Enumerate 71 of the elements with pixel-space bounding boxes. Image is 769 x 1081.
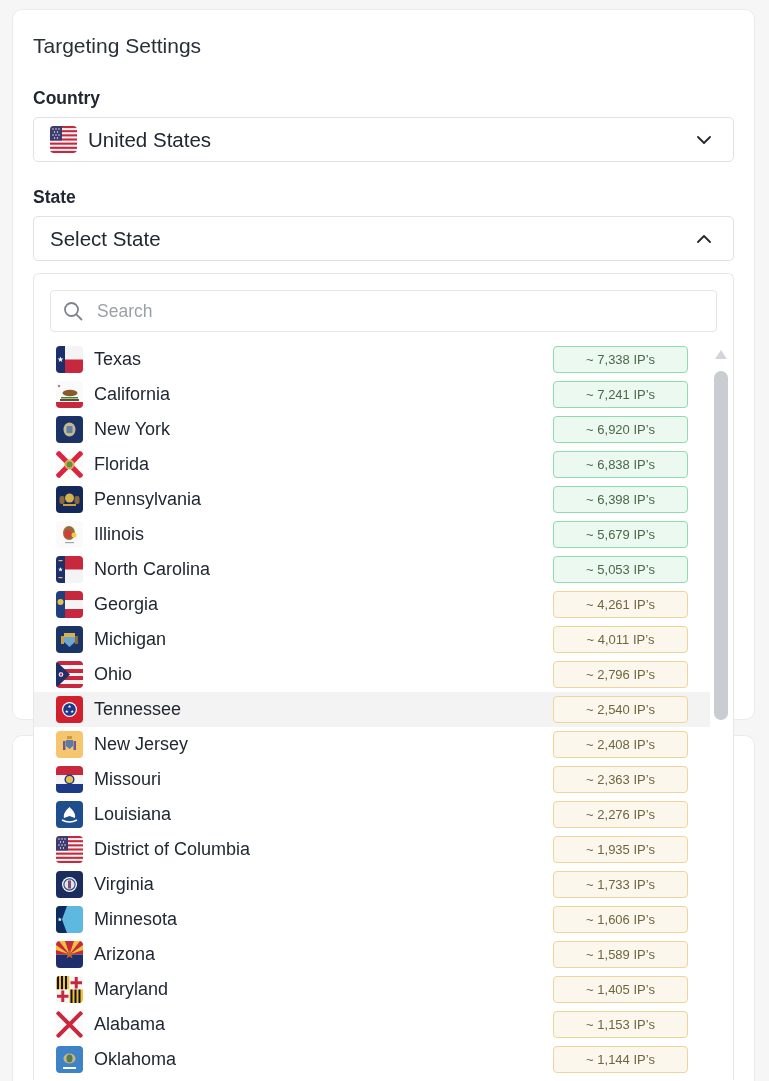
- flag-icon: [56, 696, 83, 723]
- ip-count-badge: ~ 4,261 IP’s: [553, 591, 688, 618]
- state-option[interactable]: New Jersey ~ 2,408 IP’s: [34, 727, 710, 762]
- ip-count-badge: ~ 1,153 IP’s: [553, 1011, 688, 1038]
- ip-count-badge: ~ 7,338 IP’s: [553, 346, 688, 373]
- flag-icon: [56, 1046, 83, 1073]
- flag-icon: [56, 591, 83, 618]
- state-option[interactable]: North Carolina ~ 5,053 IP’s: [34, 552, 710, 587]
- state-option[interactable]: Alabama ~ 1,153 IP’s: [34, 1007, 710, 1042]
- flag-icon: [56, 556, 83, 583]
- state-option[interactable]: Tennessee ~ 2,540 IP’s: [34, 692, 710, 727]
- field-label: Country: [33, 88, 101, 108]
- flag-icon: [56, 486, 83, 513]
- ip-count-badge: ~ 1,606 IP’s: [553, 906, 688, 933]
- scrollbar-thumb[interactable]: [713, 371, 728, 720]
- flag-icon: [50, 126, 77, 153]
- state-option[interactable]: Florida ~ 6,838 IP’s: [34, 447, 710, 482]
- state-option[interactable]: New York ~ 6,920 IP’s: [34, 412, 710, 447]
- state-option[interactable]: Virginia ~ 1,733 IP’s: [34, 867, 710, 902]
- state-option[interactable]: Minnesota ~ 1,606 IP’s: [34, 902, 710, 937]
- flag-icon: [56, 906, 83, 933]
- section-title: Targeting Settings: [33, 34, 203, 58]
- ip-count-badge: ~ 1,935 IP’s: [553, 836, 688, 863]
- state-option[interactable]: Michigan ~ 4,011 IP’s: [34, 622, 710, 657]
- country-select[interactable]: United States: [33, 117, 734, 162]
- ip-count-badge: ~ 2,408 IP’s: [553, 731, 688, 758]
- state-option[interactable]: Pennsylvania ~ 6,398 IP’s: [34, 482, 710, 517]
- flag-icon: [56, 731, 83, 758]
- ip-count-badge: ~ 6,920 IP’s: [553, 416, 688, 443]
- state-option[interactable]: Arizona ~ 1,589 IP’s: [34, 937, 710, 972]
- state-option[interactable]: Ohio ~ 2,796 IP’s: [34, 657, 710, 692]
- state-option[interactable]: Maryland ~ 1,405 IP’s: [34, 972, 710, 1007]
- ip-count-badge: ~ 7,241 IP’s: [553, 381, 688, 408]
- ip-count-badge: ~ 2,276 IP’s: [553, 801, 688, 828]
- state-option[interactable]: Georgia ~ 4,261 IP’s: [34, 587, 710, 622]
- ip-count-badge: ~ 1,733 IP’s: [553, 871, 688, 898]
- state-option[interactable]: Missouri ~ 2,363 IP’s: [34, 762, 710, 797]
- ip-count-badge: ~ 1,405 IP’s: [553, 976, 688, 1003]
- ip-count-badge: ~ 1,144 IP’s: [553, 1046, 688, 1073]
- state-select[interactable]: Select State: [33, 216, 734, 261]
- flag-icon: [56, 451, 83, 478]
- ip-count-badge: ~ 1,589 IP’s: [553, 941, 688, 968]
- flag-icon: [56, 416, 83, 443]
- ip-count-badge: ~ 2,363 IP’s: [553, 766, 688, 793]
- flag-icon: [56, 1011, 83, 1038]
- ip-count-badge: ~ 6,398 IP’s: [553, 486, 688, 513]
- state-option[interactable]: District of Columbia ~ 1,935 IP’s: [34, 832, 710, 867]
- state-option[interactable]: Illinois ~ 5,679 IP’s: [34, 517, 710, 552]
- ip-count-badge: ~ 2,796 IP’s: [553, 661, 688, 688]
- field-label: State: [33, 187, 76, 207]
- search-icon: [63, 301, 83, 321]
- search-field[interactable]: Search: [50, 290, 717, 332]
- state-option[interactable]: Louisiana ~ 2,276 IP’s: [34, 797, 710, 832]
- ip-count-badge: ~ 6,838 IP’s: [553, 451, 688, 478]
- flag-icon: [56, 766, 83, 793]
- ip-count-badge: ~ 2,540 IP’s: [553, 696, 688, 723]
- flag-icon: [56, 346, 83, 373]
- flag-icon: [56, 836, 83, 863]
- flag-icon: [56, 976, 83, 1003]
- flag-icon: [56, 661, 83, 688]
- state-option[interactable]: California ~ 7,241 IP’s: [34, 377, 710, 412]
- flag-icon: [56, 801, 83, 828]
- ip-count-badge: ~ 5,679 IP’s: [553, 521, 688, 548]
- state-option[interactable]: Oklahoma ~ 1,144 IP’s: [34, 1042, 710, 1077]
- ip-count-badge: ~ 4,011 IP’s: [553, 626, 688, 653]
- ip-count-badge: ~ 5,053 IP’s: [553, 556, 688, 583]
- scroll-up-icon[interactable]: [714, 350, 727, 359]
- state-option[interactable]: Texas ~ 7,338 IP’s: [34, 342, 710, 377]
- flag-icon: [56, 626, 83, 653]
- flag-icon: [56, 871, 83, 898]
- flag-icon: [56, 941, 83, 968]
